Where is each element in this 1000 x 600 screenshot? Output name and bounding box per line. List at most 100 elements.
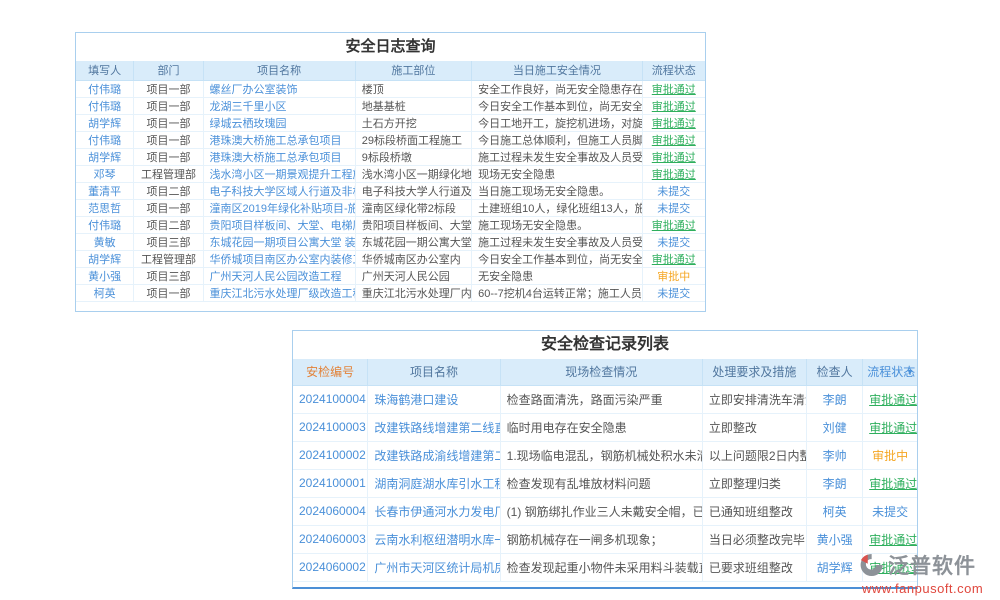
project-cell[interactable]: 龙湖三千里小区	[203, 97, 355, 114]
flow-cell[interactable]: 审批通过	[642, 97, 705, 114]
log-col-safety-situation: 当日施工安全情况	[472, 61, 642, 80]
flow-cell[interactable]: 未提交	[642, 182, 705, 199]
project-cell[interactable]: 潼南区2019年绿化补贴项目-施工2标段	[203, 199, 355, 216]
flow-cell[interactable]: 审批通过	[642, 131, 705, 148]
log-row: 邓琴工程管理部浅水湾小区一期景观提升工程施工浅水湾小区一期绿化地现场无安全隐患审…	[76, 165, 705, 182]
part-cell: 29标段桥面工程施工	[355, 131, 471, 148]
part-cell: 贵阳项目样板间、大堂、...	[355, 216, 471, 233]
situation-cell: 今日施工总体顺利，但施工人员脚面烫伤	[472, 131, 642, 148]
project-cell[interactable]: 华侨城项目南区办公室内装修工程	[203, 250, 355, 267]
project-cell[interactable]: 云南水利枢纽潜明水库一期...	[368, 525, 500, 553]
flow-cell[interactable]: 审批通过	[642, 250, 705, 267]
project-cell[interactable]: 改建铁路线增建第二线直通...	[368, 413, 500, 441]
name-cell[interactable]: 胡学辉	[76, 250, 134, 267]
action-cell: 当日必须整改完毕	[702, 525, 806, 553]
flow-cell[interactable]: 审批通过	[863, 525, 917, 553]
flow-cell[interactable]: 未提交	[863, 497, 917, 525]
flow-cell[interactable]: 未提交	[642, 199, 705, 216]
project-cell[interactable]: 港珠澳大桥施工总承包项目	[203, 131, 355, 148]
flow-cell[interactable]: 审批中	[863, 441, 917, 469]
no-cell[interactable]: 2024060003	[293, 525, 368, 553]
inspection-row: 2024060004长春市伊通河水力发电厂改...(1) 钢筋绑扎作业三人未戴安…	[293, 497, 917, 525]
project-cell[interactable]: 电子科技大学区域人行道及非机动车道工程	[203, 182, 355, 199]
flow-cell[interactable]: 未提交	[642, 284, 705, 301]
part-cell: 广州天河人民公园	[355, 267, 471, 284]
flow-cell[interactable]: 审批通过	[642, 80, 705, 97]
name-cell[interactable]: 范思哲	[76, 199, 134, 216]
dept-cell: 项目一部	[134, 114, 203, 131]
log-table-body: 付伟璐项目一部螺丝厂办公室装饰楼顶安全工作良好，尚无安全隐患存在审批通过付伟璐项…	[76, 80, 705, 301]
inspector-cell[interactable]: 黄小强	[807, 525, 863, 553]
name-cell[interactable]: 付伟璐	[76, 80, 134, 97]
name-cell[interactable]: 胡学辉	[76, 114, 134, 131]
project-cell[interactable]: 广州市天河区统计局机房改...	[368, 553, 500, 581]
project-cell[interactable]: 螺丝厂办公室装饰	[203, 80, 355, 97]
project-cell[interactable]: 浅水湾小区一期景观提升工程施工	[203, 165, 355, 182]
project-cell[interactable]: 广州天河人民公园改造工程	[203, 267, 355, 284]
project-cell[interactable]: 改建铁路成渝线增建第二直...	[368, 441, 500, 469]
safety-log-panel: 安全日志查询 填写人 部门 项目名称 施工部位 当日施工安全情况 流程状态 付伟…	[75, 32, 706, 312]
name-cell[interactable]: 柯英	[76, 284, 134, 301]
no-cell[interactable]: 2024060004	[293, 497, 368, 525]
project-cell[interactable]: 重庆江北污水处理厂级改造工程-道路修复	[203, 284, 355, 301]
log-header-row: 填写人 部门 项目名称 施工部位 当日施工安全情况 流程状态	[76, 61, 705, 80]
no-cell[interactable]: 2024100004	[293, 385, 368, 413]
dept-cell: 项目二部	[134, 182, 203, 199]
name-cell[interactable]: 付伟璐	[76, 97, 134, 114]
project-cell[interactable]: 珠海鹤港口建设	[368, 385, 500, 413]
name-cell[interactable]: 黄敏	[76, 233, 134, 250]
log-row: 付伟璐项目一部港珠澳大桥施工总承包项目29标段桥面工程施工今日施工总体顺利，但施…	[76, 131, 705, 148]
name-cell[interactable]: 董清平	[76, 182, 134, 199]
project-cell[interactable]: 绿城云栖玫瑰园	[203, 114, 355, 131]
action-cell: 已要求班组整改	[702, 553, 806, 581]
situation-cell: 检查发现有乱堆放材料问题	[500, 469, 702, 497]
project-cell[interactable]: 长春市伊通河水力发电厂改...	[368, 497, 500, 525]
vendor-url[interactable]: www.fanpusoft.com	[858, 581, 998, 596]
project-cell[interactable]: 港珠澳大桥施工总承包项目	[203, 148, 355, 165]
situation-cell: 当日施工现场无安全隐患。	[472, 182, 642, 199]
flow-cell[interactable]: 审批通过	[642, 216, 705, 233]
inspection-row: 2024100001湖南洞庭湖水库引水工程施...检查发现有乱堆放材料问题立即整…	[293, 469, 917, 497]
name-cell[interactable]: 黄小强	[76, 267, 134, 284]
flow-cell[interactable]: 审批通过	[863, 469, 917, 497]
filter-dropdown-icon[interactable]: ▼	[906, 367, 914, 376]
name-cell[interactable]: 邓琴	[76, 165, 134, 182]
project-cell[interactable]: 贵阳项目样板间、大堂、电梯厅装修工程	[203, 216, 355, 233]
flow-cell[interactable]: 未提交	[642, 233, 705, 250]
flow-cell[interactable]: 审批中	[642, 267, 705, 284]
no-cell[interactable]: 2024060002	[293, 553, 368, 581]
log-row: 黄小强项目三部广州天河人民公园改造工程广州天河人民公园无安全隐患审批中	[76, 267, 705, 284]
name-cell[interactable]: 付伟璐	[76, 216, 134, 233]
log-col-filler: 填写人	[76, 61, 134, 80]
fanpu-logo-icon	[858, 552, 884, 578]
inspection-row: 2024060002广州市天河区统计局机房改...检查发现起重小物件未采用料斗装…	[293, 553, 917, 581]
no-cell[interactable]: 2024100001	[293, 469, 368, 497]
log-row: 范思哲项目一部潼南区2019年绿化补贴项目-施工2标段潼南区绿化带2标段土建班组…	[76, 199, 705, 216]
name-cell[interactable]: 胡学辉	[76, 148, 134, 165]
log-row: 付伟璐项目一部螺丝厂办公室装饰楼顶安全工作良好，尚无安全隐患存在审批通过	[76, 80, 705, 97]
inspector-cell[interactable]: 李朗	[807, 469, 863, 497]
flow-cell[interactable]: 审批通过	[642, 165, 705, 182]
inspector-cell[interactable]: 刘健	[807, 413, 863, 441]
situation-cell: 土建班组10人，绿化班组13人，施工现...	[472, 199, 642, 216]
situation-cell: 今日安全工作基本到位，尚无安全隐患...	[472, 250, 642, 267]
name-cell[interactable]: 付伟璐	[76, 131, 134, 148]
flow-cell[interactable]: 审批通过	[642, 148, 705, 165]
project-cell[interactable]: 湖南洞庭湖水库引水工程施...	[368, 469, 500, 497]
log-row: 董清平项目二部电子科技大学区域人行道及非机动车道工程电子科技大学人行道及非...…	[76, 182, 705, 199]
inspector-cell[interactable]: 胡学辉	[807, 553, 863, 581]
situation-cell: 施工过程未发生安全事故及人员受伤情况	[472, 233, 642, 250]
flow-cell[interactable]: 审批通过	[642, 114, 705, 131]
dept-cell: 项目一部	[134, 80, 203, 97]
project-cell[interactable]: 东城花园一期项目公寓大堂 装饰工程	[203, 233, 355, 250]
flow-cell[interactable]: 审批通过	[863, 413, 917, 441]
part-cell: 浅水湾小区一期绿化地	[355, 165, 471, 182]
inspector-cell[interactable]: 李朗	[807, 385, 863, 413]
inspection-col-inspector: 检查人	[807, 359, 863, 385]
inspector-cell[interactable]: 李帅	[807, 441, 863, 469]
inspector-cell[interactable]: 柯英	[807, 497, 863, 525]
part-cell: 东城花园一期公寓大堂	[355, 233, 471, 250]
no-cell[interactable]: 2024100003	[293, 413, 368, 441]
no-cell[interactable]: 2024100002	[293, 441, 368, 469]
flow-cell[interactable]: 审批通过	[863, 385, 917, 413]
